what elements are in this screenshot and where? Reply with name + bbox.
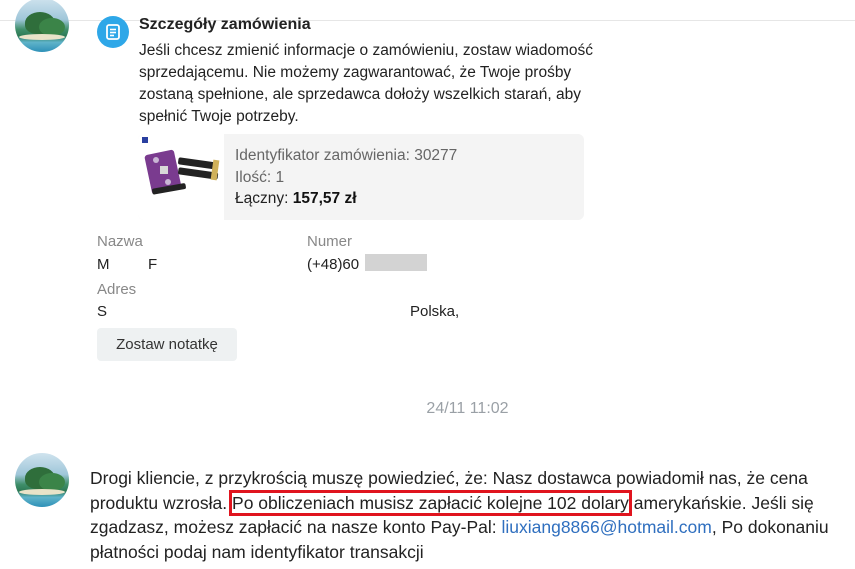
name-label: Nazwa [97, 233, 143, 250]
highlighted-price-demand: Po obliczeniach musisz zapłacić kolejne … [229, 489, 632, 516]
seller-avatar[interactable] [15, 0, 69, 52]
order-id: Identyfikator zamówienia: 30277 [235, 147, 458, 164]
name-value-second: F [148, 256, 158, 273]
header-divider [0, 20, 855, 21]
order-details-description: Jeśli chcesz zmienić informacje o zamówi… [139, 42, 593, 125]
order-total: Łączny: 157,57 zł [235, 190, 357, 208]
order-card[interactable]: Identyfikator zamówienia: 30277 Ilość: 1… [138, 134, 584, 220]
seller-message: Drogi kliencie, z przykrością muszę powi… [90, 466, 850, 564]
phone-value: (+48)60 [307, 256, 360, 273]
address-label: Adres [97, 281, 137, 298]
paypal-email-link[interactable]: liuxiang8866@hotmail.com [501, 517, 711, 537]
order-quantity: Ilość: 1 [235, 169, 285, 186]
order-details-title: Szczegóły zamówienia [139, 16, 311, 33]
order-total-value: 157,57 zł [292, 190, 357, 207]
message-timestamp: 24/11 11:02 [426, 400, 509, 417]
address-value-start: S [97, 303, 108, 320]
name-value-first: M [97, 256, 110, 273]
redacted-phone [365, 254, 427, 271]
leave-note-button[interactable]: Zostaw notatkę [97, 328, 237, 361]
product-image[interactable] [138, 134, 224, 220]
address-value-country: Polska, [410, 303, 460, 320]
seller-avatar-2[interactable] [15, 453, 69, 507]
order-details-icon [97, 16, 129, 48]
phone-label: Numer [307, 233, 353, 250]
order-total-label: Łączny: [235, 190, 289, 207]
